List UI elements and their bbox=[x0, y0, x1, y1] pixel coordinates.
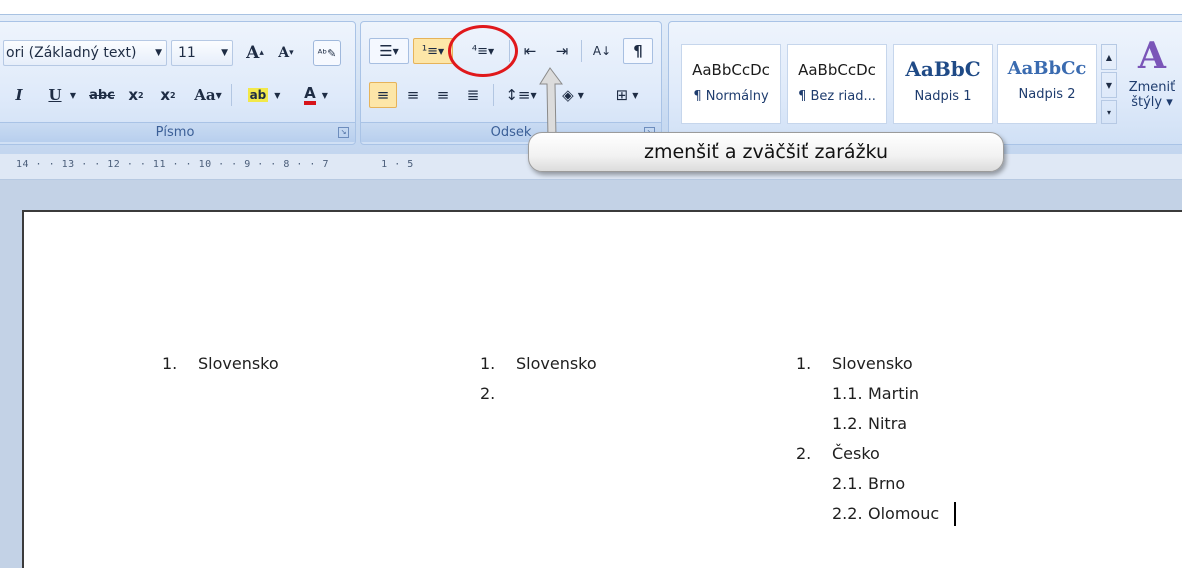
change-styles-icon: A bbox=[1138, 35, 1166, 77]
justify-icon[interactable]: ≣ bbox=[459, 82, 487, 108]
chevron-down-icon: ▼ bbox=[155, 48, 162, 58]
callout-box: zmenšiť a zväčšiť zarážku bbox=[528, 132, 1004, 172]
list-item: 1.1. Martin bbox=[832, 384, 920, 403]
separator bbox=[231, 84, 232, 106]
list-item: 2. Česko bbox=[796, 444, 880, 463]
bullets-icon[interactable]: ☰ ▼ bbox=[369, 38, 409, 64]
borders-icon[interactable]: ⊞ ▼ bbox=[605, 82, 649, 108]
styles-group: AaBbCcDc ¶ Normálny AaBbCcDc ¶ Bez riad.… bbox=[668, 21, 1182, 145]
line-spacing-icon[interactable]: ↕≡ ▼ bbox=[501, 82, 541, 108]
style-no-spacing[interactable]: AaBbCcDc ¶ Bez riad... bbox=[787, 44, 887, 124]
list-item: 1. Slovensko bbox=[162, 354, 279, 373]
font-size-dropdown[interactable]: 11 ▼ bbox=[171, 40, 233, 66]
style-heading-2[interactable]: AaBbCc Nadpis 2 bbox=[997, 44, 1097, 124]
document-page[interactable]: 1. Slovensko 1. Slovensko 2. 1. Slovensko 1… bbox=[22, 210, 1182, 568]
change-styles-button[interactable]: A Zmeniť štýly ▾ bbox=[1121, 34, 1182, 130]
list-item: 2.1. Brno bbox=[832, 474, 906, 493]
change-case-button[interactable]: Aa ▼ bbox=[191, 82, 225, 108]
list-item: 2.2. Olomouc bbox=[832, 504, 940, 523]
list-item: 1.2. Nitra bbox=[832, 414, 908, 433]
font-family-value: ori (Základný text) bbox=[6, 45, 137, 61]
font-family-dropdown[interactable]: ori (Základný text) ▼ bbox=[3, 40, 167, 66]
highlight-circle bbox=[448, 25, 518, 77]
chevron-down-icon: ▼ bbox=[221, 48, 228, 58]
separator bbox=[493, 84, 494, 106]
font-color-icon[interactable]: A ▼ bbox=[295, 82, 337, 108]
grow-font-button[interactable]: A ▴ bbox=[241, 40, 269, 66]
callout-arrow-icon bbox=[539, 67, 563, 139]
superscript-button[interactable]: x2 bbox=[155, 82, 181, 108]
underline-button[interactable]: U bbox=[43, 82, 67, 108]
font-group: ori (Základný text) ▼ 11 ▼ A ▴ A ▾ ᴬᵇ✎ I U… bbox=[0, 21, 356, 145]
dialog-launcher-icon[interactable]: ↘ bbox=[338, 127, 349, 138]
align-right-icon[interactable]: ≡ bbox=[429, 82, 457, 108]
font-group-label: Písmo bbox=[0, 122, 355, 142]
numbering-icon[interactable]: ¹≡ ▼ bbox=[413, 38, 453, 64]
decrease-indent-icon[interactable]: ⇤ bbox=[515, 38, 545, 64]
clear-formatting-icon[interactable]: ᴬᵇ✎ bbox=[313, 40, 341, 66]
align-center-icon[interactable]: ≡ bbox=[399, 82, 427, 108]
style-scroll-down-icon[interactable]: ▼ bbox=[1101, 72, 1117, 98]
word-window: ori (Základný text) ▼ 11 ▼ A ▴ A ▾ ᴬᵇ✎ I U… bbox=[0, 0, 1182, 568]
text-cursor bbox=[954, 502, 956, 526]
strikethrough-button[interactable]: abc bbox=[85, 82, 119, 108]
style-normal[interactable]: AaBbCcDc ¶ Normálny bbox=[681, 44, 781, 124]
list-item: 1. Slovensko bbox=[796, 354, 913, 373]
chevron-down-icon[interactable]: ▼ bbox=[67, 82, 79, 108]
callout-text: zmenšiť a zväčšiť zarážku bbox=[643, 141, 889, 163]
shrink-font-button[interactable]: A ▾ bbox=[273, 40, 299, 66]
list-item: 2. bbox=[480, 384, 496, 403]
style-more-icon[interactable]: ▾ bbox=[1101, 100, 1117, 124]
italic-button[interactable]: I bbox=[7, 82, 31, 108]
separator bbox=[581, 40, 582, 62]
sort-icon[interactable]: A↓ bbox=[587, 38, 617, 64]
style-scroll-up-icon[interactable]: ▲ bbox=[1101, 44, 1117, 70]
list-item: 1. Slovensko bbox=[480, 354, 597, 373]
highlight-icon[interactable]: ab ▼ bbox=[241, 82, 287, 108]
style-heading-1[interactable]: AaBbC Nadpis 1 bbox=[893, 44, 993, 124]
align-left-icon[interactable]: ≡ bbox=[369, 82, 397, 108]
show-formatting-icon[interactable]: ¶ bbox=[623, 38, 653, 64]
canvas-background bbox=[0, 180, 1182, 212]
canvas-left-margin bbox=[0, 180, 22, 568]
subscript-button[interactable]: x2 bbox=[123, 82, 149, 108]
font-size-value: 11 bbox=[178, 45, 196, 61]
increase-indent-icon[interactable]: ⇥ bbox=[547, 38, 577, 64]
